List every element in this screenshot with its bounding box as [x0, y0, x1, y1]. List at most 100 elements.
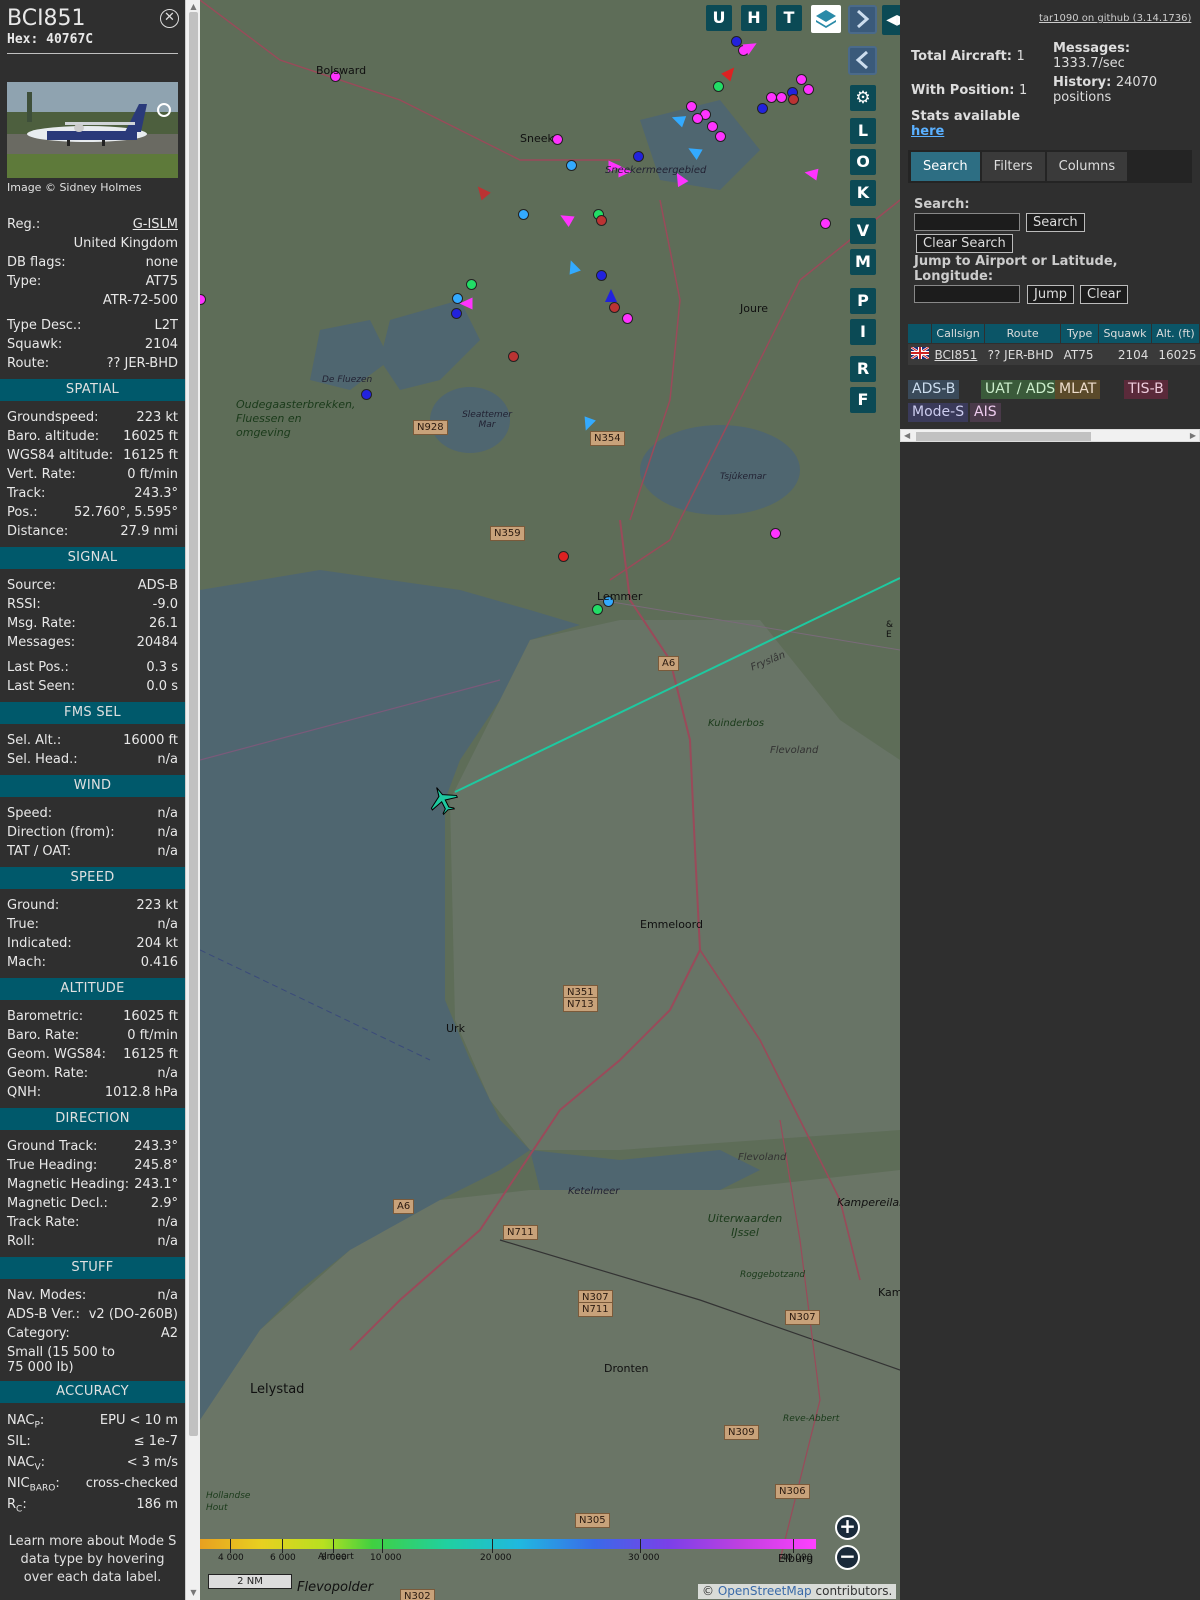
aircraft-marker[interactable] — [596, 215, 607, 226]
close-icon[interactable]: ✕ — [160, 9, 179, 28]
detail-label[interactable]: Source: — [7, 576, 56, 595]
scroll-up-icon[interactable]: ▲ — [189, 2, 198, 11]
zoom-out-button[interactable]: − — [835, 1545, 860, 1570]
scroll-left-icon[interactable]: ◀ — [904, 430, 910, 441]
detail-label[interactable]: ADS-B Ver.: — [7, 1305, 80, 1324]
aircraft-marker[interactable] — [633, 151, 644, 162]
detail-label[interactable]: Roll: — [7, 1232, 35, 1251]
side-button-k[interactable]: K — [850, 180, 876, 206]
scroll-down-icon[interactable]: ▼ — [189, 1588, 198, 1597]
detail-label[interactable]: Sel. Head.: — [7, 750, 78, 769]
detail-label[interactable]: WGS84 altitude: — [7, 446, 113, 465]
detail-label[interactable]: Baro. altitude: — [7, 427, 99, 446]
expand-right-button[interactable] — [848, 5, 877, 34]
aircraft-marker[interactable] — [466, 279, 477, 290]
legend-ais[interactable]: AIS — [970, 403, 1001, 422]
aircraft-marker[interactable] — [803, 84, 814, 95]
clear-button[interactable]: Clear — [1080, 285, 1128, 304]
clear-search-button[interactable]: Clear Search — [916, 234, 1013, 253]
tab-search[interactable]: Search — [911, 152, 980, 181]
aircraft-marker[interactable] — [592, 604, 603, 615]
toolbar-button-u[interactable]: U — [706, 5, 732, 31]
aircraft-marker[interactable] — [796, 74, 807, 85]
side-button-f[interactable]: F — [850, 387, 876, 413]
table-scroll-thumb[interactable] — [916, 432, 1091, 441]
aircraft-marker[interactable] — [566, 160, 577, 171]
aircraft-marker[interactable] — [788, 94, 799, 105]
aircraft-marker[interactable] — [361, 389, 372, 400]
sidebar-scrollbar[interactable]: ▲ ▼ — [185, 0, 200, 1600]
detail-label[interactable]: Indicated: — [7, 934, 72, 953]
aircraft-marker[interactable] — [451, 308, 462, 319]
scroll-right-icon[interactable]: ▶ — [1190, 430, 1196, 441]
stats-here-link[interactable]: here — [911, 124, 944, 139]
table-horizontal-scrollbar[interactable]: ◀ ▶ — [900, 429, 1200, 442]
aircraft-marker[interactable] — [605, 289, 617, 302]
aircraft-marker[interactable] — [596, 270, 607, 281]
detail-label[interactable]: Pos.: — [7, 503, 38, 522]
detail-label[interactable]: Speed: — [7, 804, 52, 823]
detail-label[interactable]: Groundspeed: — [7, 408, 98, 427]
legend-ads-b[interactable]: ADS-B — [908, 380, 960, 399]
detail-label[interactable]: True: — [7, 915, 39, 934]
aircraft-marker[interactable] — [692, 113, 703, 124]
aircraft-marker[interactable] — [686, 101, 697, 112]
aircraft-photo[interactable] — [7, 82, 178, 178]
table-header-route[interactable]: Route — [984, 323, 1062, 344]
detail-label[interactable]: Ground: — [7, 896, 59, 915]
jump-button[interactable]: Jump — [1027, 285, 1074, 304]
detail-label[interactable]: Category: — [7, 1324, 70, 1343]
side-button-p[interactable]: P — [850, 288, 876, 314]
accuracy-label[interactable]: NACV: — [7, 1452, 45, 1473]
aircraft-marker[interactable] — [508, 351, 519, 362]
detail-label[interactable]: Nav. Modes: — [7, 1286, 86, 1305]
table-header-type[interactable]: Type — [1060, 323, 1100, 344]
legend-tis-b[interactable]: TIS-B — [1124, 380, 1168, 399]
detail-label[interactable]: Track: — [7, 484, 45, 503]
search-input[interactable] — [914, 213, 1020, 231]
detail-label[interactable]: Baro. Rate: — [7, 1026, 79, 1045]
aircraft-marker[interactable] — [558, 551, 569, 562]
side-button-o[interactable]: O — [850, 149, 876, 175]
aircraft-marker[interactable] — [707, 121, 718, 132]
detail-label[interactable]: Msg. Rate: — [7, 614, 76, 633]
aircraft-marker[interactable] — [622, 313, 633, 324]
detail-label[interactable]: Vert. Rate: — [7, 465, 76, 484]
detail-label[interactable]: RSSI: — [7, 595, 41, 614]
side-button-l[interactable]: L — [850, 118, 876, 144]
accuracy-label[interactable]: NICBARO: — [7, 1473, 60, 1494]
detail-label[interactable]: Magnetic Heading: — [7, 1175, 129, 1194]
aircraft-marker[interactable] — [776, 92, 787, 103]
zoom-in-button[interactable]: + — [835, 1515, 860, 1540]
detail-label[interactable]: Direction (from): — [7, 823, 115, 842]
accuracy-label[interactable]: RC: — [7, 1494, 27, 1515]
detail-label[interactable]: QNH: — [7, 1083, 41, 1102]
aircraft-marker[interactable] — [609, 302, 620, 313]
sidebar-scroll-thumb[interactable] — [189, 12, 198, 1436]
accuracy-label[interactable]: NACP: — [7, 1410, 44, 1431]
aircraft-marker[interactable] — [820, 218, 831, 229]
legend-mode-s[interactable]: Mode-S — [908, 403, 969, 422]
aircraft-marker[interactable] — [459, 297, 473, 310]
accuracy-label[interactable]: SIL: — [7, 1431, 31, 1452]
detail-label[interactable]: Ground Track: — [7, 1137, 97, 1156]
detail-label[interactable]: Magnetic Decl.: — [7, 1194, 108, 1213]
detail-label[interactable]: Geom. Rate: — [7, 1064, 88, 1083]
legend-mlat[interactable]: MLAT — [1055, 380, 1101, 399]
table-header-squawk[interactable]: Squawk — [1098, 323, 1152, 344]
search-button[interactable]: Search — [1026, 213, 1085, 232]
tab-filters[interactable]: Filters — [981, 152, 1045, 181]
detail-label[interactable]: Distance: — [7, 522, 68, 541]
github-link[interactable]: tar1090 on github (3.14.1736) — [1039, 13, 1191, 24]
detail-label[interactable]: Last Pos.: — [7, 658, 69, 677]
table-header-callsign[interactable]: Callsign — [930, 323, 986, 344]
detail-label[interactable]: True Heading: — [7, 1156, 97, 1175]
detail-label[interactable]: Last Seen: — [7, 677, 75, 696]
aircraft-marker[interactable] — [757, 103, 768, 114]
aircraft-marker[interactable] — [715, 131, 726, 142]
jump-input[interactable] — [914, 285, 1020, 303]
side-button-r[interactable]: R — [850, 356, 876, 382]
tab-columns[interactable]: Columns — [1046, 152, 1128, 181]
aircraft-marker[interactable] — [713, 81, 724, 92]
reg-link[interactable]: G-ISLM — [133, 215, 178, 234]
